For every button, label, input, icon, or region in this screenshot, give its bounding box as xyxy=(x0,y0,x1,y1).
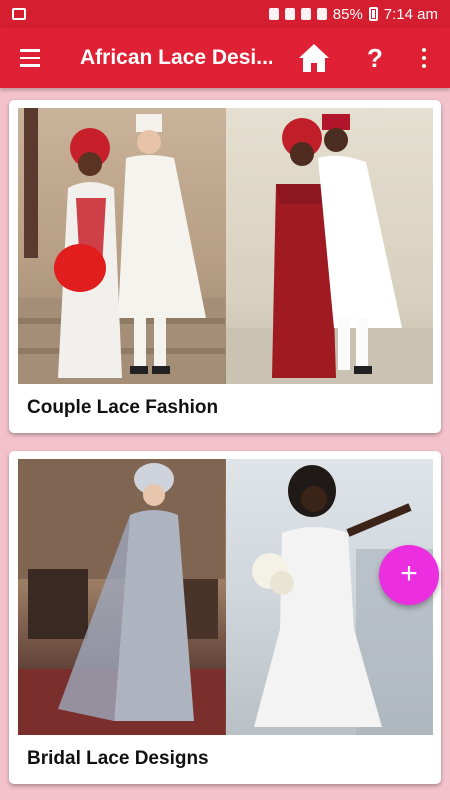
bridal-photo-left xyxy=(18,459,226,735)
more-options-button[interactable] xyxy=(412,40,436,76)
add-fab-button[interactable]: + xyxy=(379,545,439,605)
card-label: Bridal Lace Designs xyxy=(27,748,209,769)
status-bar: 85% 7:14 am xyxy=(0,0,450,28)
card-image-collage xyxy=(18,459,433,735)
menu-button[interactable] xyxy=(0,28,60,88)
alarm-icon xyxy=(284,8,295,20)
category-card-couple[interactable]: Couple Lace Fashion xyxy=(9,100,441,433)
card-image-collage xyxy=(18,108,433,384)
battery-percent: 85% xyxy=(332,5,363,23)
notification-icon xyxy=(268,8,279,20)
app-bar: African Lace Desi... ? xyxy=(0,28,450,88)
clock: 7:14 am xyxy=(383,5,438,23)
category-card-bridal[interactable]: Bridal Lace Designs xyxy=(9,451,441,784)
help-button[interactable]: ? xyxy=(364,40,386,76)
signal-icon xyxy=(316,8,327,20)
home-icon xyxy=(299,44,329,72)
app-title: African Lace Desi... xyxy=(80,46,272,69)
battery-icon xyxy=(368,7,378,21)
home-button[interactable] xyxy=(296,40,332,76)
couple-photo-left xyxy=(18,108,226,384)
wifi-icon xyxy=(300,8,311,20)
gallery-notification-icon xyxy=(12,8,26,20)
card-label: Couple Lace Fashion xyxy=(27,397,219,418)
couple-photo-right xyxy=(225,108,433,384)
